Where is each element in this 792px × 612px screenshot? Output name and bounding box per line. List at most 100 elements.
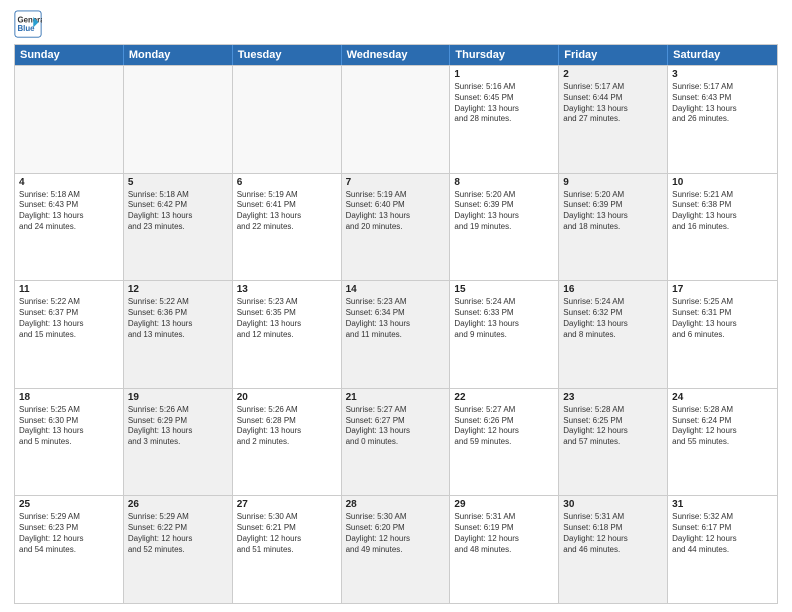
calendar-cell-21: 21 Sunrise: 5:27 AM Sunset: 6:27 PM Dayli… xyxy=(342,389,451,496)
calendar-cell-6: 6 Sunrise: 5:19 AM Sunset: 6:41 PM Daylig… xyxy=(233,174,342,281)
day-info: Sunrise: 5:29 AM Sunset: 6:23 PM Dayligh… xyxy=(19,512,119,555)
calendar-cell-29: 29Sunrise: 5:31 AM Sunset: 6:19 PM Dayli… xyxy=(450,496,559,603)
calendar: SundayMondayTuesdayWednesdayThursdayFrid… xyxy=(14,44,778,604)
calendar-cell-11: 11Sunrise: 5:22 AM Sunset: 6:37 PM Dayli… xyxy=(15,281,124,388)
day-info: Sunrise: 5:20 AM Sunset: 6:39 PM Dayligh… xyxy=(563,190,663,233)
day-number: 10 xyxy=(672,177,773,188)
day-number: 14 xyxy=(346,284,446,295)
day-number: 4 xyxy=(19,177,119,188)
day-number: 5 xyxy=(128,177,228,188)
weekday-header-sunday: Sunday xyxy=(15,45,124,65)
day-info: Sunrise: 5:26 AM Sunset: 6:28 PM Dayligh… xyxy=(237,405,337,448)
day-number: 1 xyxy=(454,69,554,80)
day-number: 28 xyxy=(346,499,446,510)
day-number: 13 xyxy=(237,284,337,295)
day-number: 6 xyxy=(237,177,337,188)
day-info: Sunrise: 5:24 AM Sunset: 6:33 PM Dayligh… xyxy=(454,297,554,340)
logo-icon: General Blue xyxy=(14,10,42,38)
day-info: Sunrise: 5:25 AM Sunset: 6:31 PM Dayligh… xyxy=(672,297,773,340)
day-info: Sunrise: 5:29 AM Sunset: 6:22 PM Dayligh… xyxy=(128,512,228,555)
calendar-body: 1Sunrise: 5:16 AM Sunset: 6:45 PM Daylig… xyxy=(15,65,777,603)
day-info: Sunrise: 5:24 AM Sunset: 6:32 PM Dayligh… xyxy=(563,297,663,340)
day-number: 15 xyxy=(454,284,554,295)
day-info: Sunrise: 5:18 AM Sunset: 6:42 PM Dayligh… xyxy=(128,190,228,233)
day-info: Sunrise: 5:30 AM Sunset: 6:21 PM Dayligh… xyxy=(237,512,337,555)
day-number: 25 xyxy=(19,499,119,510)
calendar-cell-28: 28 Sunrise: 5:30 AM Sunset: 6:20 PM Dayli… xyxy=(342,496,451,603)
day-number: 29 xyxy=(454,499,554,510)
calendar-cell-18: 18Sunrise: 5:25 AM Sunset: 6:30 PM Dayli… xyxy=(15,389,124,496)
calendar-row-2: 11Sunrise: 5:22 AM Sunset: 6:37 PM Dayli… xyxy=(15,280,777,388)
calendar-cell-31: 31Sunrise: 5:32 AM Sunset: 6:17 PM Dayli… xyxy=(668,496,777,603)
day-number: 2 xyxy=(563,69,663,80)
svg-text:General: General xyxy=(18,15,43,24)
day-number: 21 xyxy=(346,392,446,403)
day-number: 24 xyxy=(672,392,773,403)
weekday-header-saturday: Saturday xyxy=(668,45,777,65)
day-number: 19 xyxy=(128,392,228,403)
day-info: Sunrise: 5:25 AM Sunset: 6:30 PM Dayligh… xyxy=(19,405,119,448)
calendar-row-1: 4 Sunrise: 5:18 AM Sunset: 6:43 PM Daylig… xyxy=(15,173,777,281)
day-info: Sunrise: 5:22 AM Sunset: 6:36 PM Dayligh… xyxy=(128,297,228,340)
calendar-cell-30: 30Sunrise: 5:31 AM Sunset: 6:18 PM Dayli… xyxy=(559,496,668,603)
day-number: 8 xyxy=(454,177,554,188)
calendar-cell-empty-0-3 xyxy=(342,66,451,173)
calendar-cell-10: 10Sunrise: 5:21 AM Sunset: 6:38 PM Dayli… xyxy=(668,174,777,281)
calendar-cell-empty-0-0 xyxy=(15,66,124,173)
calendar-cell-13: 13 Sunrise: 5:23 AM Sunset: 6:35 PM Dayli… xyxy=(233,281,342,388)
day-number: 26 xyxy=(128,499,228,510)
day-info: Sunrise: 5:30 AM Sunset: 6:20 PM Dayligh… xyxy=(346,512,446,555)
day-info: Sunrise: 5:31 AM Sunset: 6:18 PM Dayligh… xyxy=(563,512,663,555)
logo: General Blue xyxy=(14,10,46,38)
day-info: Sunrise: 5:28 AM Sunset: 6:25 PM Dayligh… xyxy=(563,405,663,448)
day-number: 27 xyxy=(237,499,337,510)
day-number: 3 xyxy=(672,69,773,80)
calendar-cell-25: 25 Sunrise: 5:29 AM Sunset: 6:23 PM Dayli… xyxy=(15,496,124,603)
calendar-cell-22: 22 Sunrise: 5:27 AM Sunset: 6:26 PM Dayli… xyxy=(450,389,559,496)
calendar-cell-27: 27 Sunrise: 5:30 AM Sunset: 6:21 PM Dayli… xyxy=(233,496,342,603)
calendar-cell-12: 12 Sunrise: 5:22 AM Sunset: 6:36 PM Dayli… xyxy=(124,281,233,388)
calendar-cell-17: 17 Sunrise: 5:25 AM Sunset: 6:31 PM Dayli… xyxy=(668,281,777,388)
calendar-cell-20: 20 Sunrise: 5:26 AM Sunset: 6:28 PM Dayli… xyxy=(233,389,342,496)
calendar-cell-4: 4 Sunrise: 5:18 AM Sunset: 6:43 PM Daylig… xyxy=(15,174,124,281)
day-info: Sunrise: 5:17 AM Sunset: 6:43 PM Dayligh… xyxy=(672,82,773,125)
calendar-cell-5: 5 Sunrise: 5:18 AM Sunset: 6:42 PM Daylig… xyxy=(124,174,233,281)
svg-text:Blue: Blue xyxy=(18,24,36,33)
header: General Blue xyxy=(14,10,778,38)
day-number: 23 xyxy=(563,392,663,403)
calendar-cell-8: 8 Sunrise: 5:20 AM Sunset: 6:39 PM Daylig… xyxy=(450,174,559,281)
calendar-cell-14: 14 Sunrise: 5:23 AM Sunset: 6:34 PM Dayli… xyxy=(342,281,451,388)
calendar-cell-7: 7Sunrise: 5:19 AM Sunset: 6:40 PM Daylig… xyxy=(342,174,451,281)
day-info: Sunrise: 5:23 AM Sunset: 6:34 PM Dayligh… xyxy=(346,297,446,340)
calendar-cell-empty-0-1 xyxy=(124,66,233,173)
day-info: Sunrise: 5:17 AM Sunset: 6:44 PM Dayligh… xyxy=(563,82,663,125)
calendar-row-0: 1Sunrise: 5:16 AM Sunset: 6:45 PM Daylig… xyxy=(15,65,777,173)
calendar-header: SundayMondayTuesdayWednesdayThursdayFrid… xyxy=(15,45,777,65)
day-info: Sunrise: 5:27 AM Sunset: 6:27 PM Dayligh… xyxy=(346,405,446,448)
day-info: Sunrise: 5:18 AM Sunset: 6:43 PM Dayligh… xyxy=(19,190,119,233)
day-number: 17 xyxy=(672,284,773,295)
calendar-cell-1: 1Sunrise: 5:16 AM Sunset: 6:45 PM Daylig… xyxy=(450,66,559,173)
day-number: 9 xyxy=(563,177,663,188)
day-info: Sunrise: 5:19 AM Sunset: 6:41 PM Dayligh… xyxy=(237,190,337,233)
calendar-cell-2: 2 Sunrise: 5:17 AM Sunset: 6:44 PM Daylig… xyxy=(559,66,668,173)
day-info: Sunrise: 5:28 AM Sunset: 6:24 PM Dayligh… xyxy=(672,405,773,448)
weekday-header-tuesday: Tuesday xyxy=(233,45,342,65)
day-number: 20 xyxy=(237,392,337,403)
day-info: Sunrise: 5:20 AM Sunset: 6:39 PM Dayligh… xyxy=(454,190,554,233)
weekday-header-friday: Friday xyxy=(559,45,668,65)
day-number: 12 xyxy=(128,284,228,295)
page: General Blue SundayMondayTuesdayWednesda… xyxy=(0,0,792,612)
day-number: 22 xyxy=(454,392,554,403)
calendar-row-3: 18Sunrise: 5:25 AM Sunset: 6:30 PM Dayli… xyxy=(15,388,777,496)
day-number: 31 xyxy=(672,499,773,510)
day-number: 7 xyxy=(346,177,446,188)
calendar-cell-9: 9 Sunrise: 5:20 AM Sunset: 6:39 PM Daylig… xyxy=(559,174,668,281)
day-info: Sunrise: 5:22 AM Sunset: 6:37 PM Dayligh… xyxy=(19,297,119,340)
day-info: Sunrise: 5:23 AM Sunset: 6:35 PM Dayligh… xyxy=(237,297,337,340)
day-info: Sunrise: 5:27 AM Sunset: 6:26 PM Dayligh… xyxy=(454,405,554,448)
calendar-cell-23: 23 Sunrise: 5:28 AM Sunset: 6:25 PM Dayli… xyxy=(559,389,668,496)
calendar-cell-3: 3 Sunrise: 5:17 AM Sunset: 6:43 PM Daylig… xyxy=(668,66,777,173)
weekday-header-thursday: Thursday xyxy=(450,45,559,65)
weekday-header-wednesday: Wednesday xyxy=(342,45,451,65)
